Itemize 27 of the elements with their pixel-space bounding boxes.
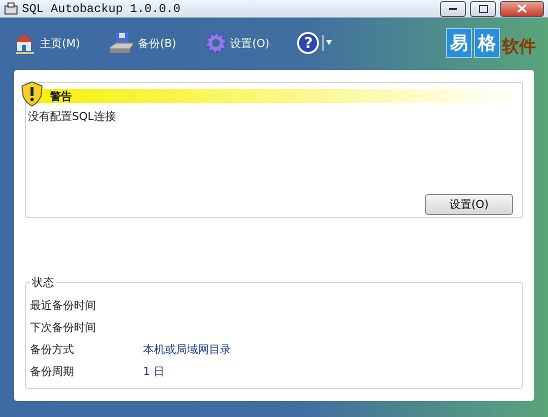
close-button[interactable] [500,0,544,16]
settings-toolbar-button[interactable]: 设置(O) [204,31,270,55]
warning-shield-icon [20,81,44,107]
close-icon [517,4,527,13]
dropdown-caret-icon[interactable] [322,35,332,51]
maximize-button[interactable] [470,0,496,16]
warning-title: 警告 [50,88,72,104]
maximize-icon [478,4,488,12]
minimize-icon [449,8,457,10]
status-value: 本机或局域网目录 [143,342,231,356]
backup-toolbar-button[interactable]: 备份(B) [108,31,176,55]
warning-message: 没有配置SQL连接 [27,109,117,125]
status-label: 备份周期 [30,364,75,378]
status-label: 下次备份时间 [30,320,97,334]
window-title: SQL Autobackup 1.0.0.0 [22,2,182,16]
status-title: 状态 [31,275,55,290]
settings-button[interactable]: 设置(O) [425,194,513,215]
home-toolbar-button[interactable]: 主页(M) [12,31,80,55]
status-value: 1 日 [143,364,164,378]
minimize-button[interactable] [440,0,466,16]
app-icon [4,2,18,15]
status-label: 备份方式 [30,342,75,356]
status-label: 最近备份时间 [30,298,97,312]
gear-icon [204,31,228,55]
disk-drive-icon [108,31,136,55]
logo: 易 格 软件 [446,28,536,58]
help-button[interactable]: ? [297,32,320,54]
